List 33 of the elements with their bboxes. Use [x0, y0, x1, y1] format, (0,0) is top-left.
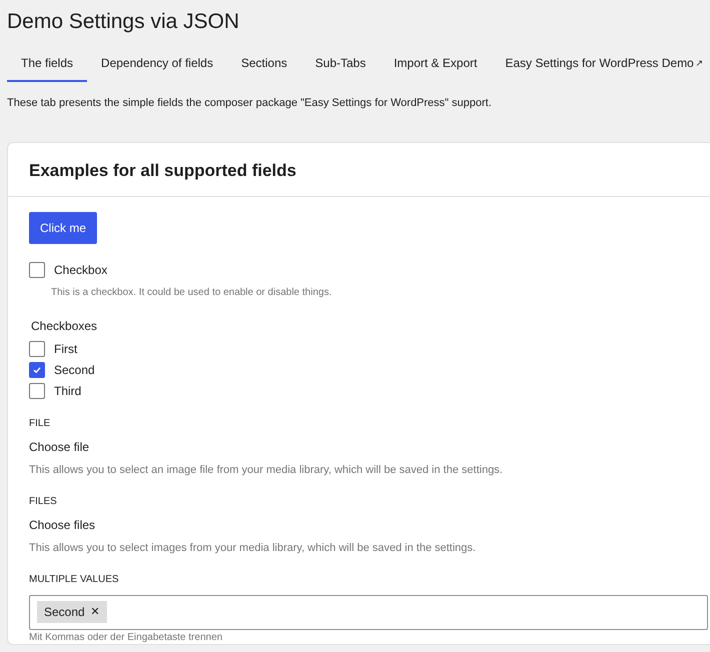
- tab[interactable]: Dependency of fields: [87, 54, 228, 82]
- field-label: FILE: [29, 416, 52, 430]
- choose-file-link[interactable]: Choose file: [29, 438, 90, 454]
- intro-text: These tab presents the simple fields the composer package "Easy Settings for WordPress" support.: [6, 96, 493, 111]
- field-label: MULTIPLE VALUES: [29, 572, 120, 586]
- checkbox[interactable]: [29, 340, 45, 356]
- tag: Second ✕: [37, 601, 107, 623]
- checkbox-label: Checkbox: [54, 262, 108, 278]
- tags-input-field[interactable]: Second ✕: [29, 594, 708, 630]
- field-label: FILES: [29, 494, 58, 508]
- checkbox-label: Second: [54, 362, 95, 378]
- check-icon: [32, 364, 42, 374]
- field-description: This allows you to select images from your media library, which will be saved in the settings.: [29, 540, 477, 554]
- checkbox-label: First: [54, 340, 78, 356]
- tab[interactable]: Easy Settings for WordPress Demo ↗: [491, 54, 710, 82]
- page-title: Demo Settings via JSON: [6, 9, 240, 35]
- card-title: Examples for all supported fields: [8, 142, 710, 196]
- checkbox[interactable]: [29, 382, 45, 398]
- tab[interactable]: Import & Export: [380, 54, 492, 82]
- field-description: This allows you to select an image file from your media library, which will be saved in the settings.: [29, 462, 504, 476]
- click-me-button[interactable]: Click me: [29, 212, 98, 244]
- external-link-icon: ↗: [696, 57, 704, 70]
- checkbox[interactable]: [29, 262, 45, 278]
- field-description: Mit Kommas oder der Eingabetaste trennen: [29, 632, 224, 644]
- checkbox-description: This is a checkbox. It could be used to enable or disable things.: [51, 286, 333, 300]
- checkbox[interactable]: [29, 362, 45, 378]
- choose-file-link[interactable]: Choose files: [29, 516, 96, 532]
- group-label: Checkboxes: [31, 318, 98, 334]
- tab[interactable]: The fields: [7, 54, 88, 82]
- tab[interactable]: Sections: [227, 54, 302, 82]
- remove-tag-button[interactable]: ✕: [90, 604, 100, 620]
- checkbox-label: Third: [54, 382, 82, 398]
- tab[interactable]: Sub-Tabs: [301, 54, 380, 82]
